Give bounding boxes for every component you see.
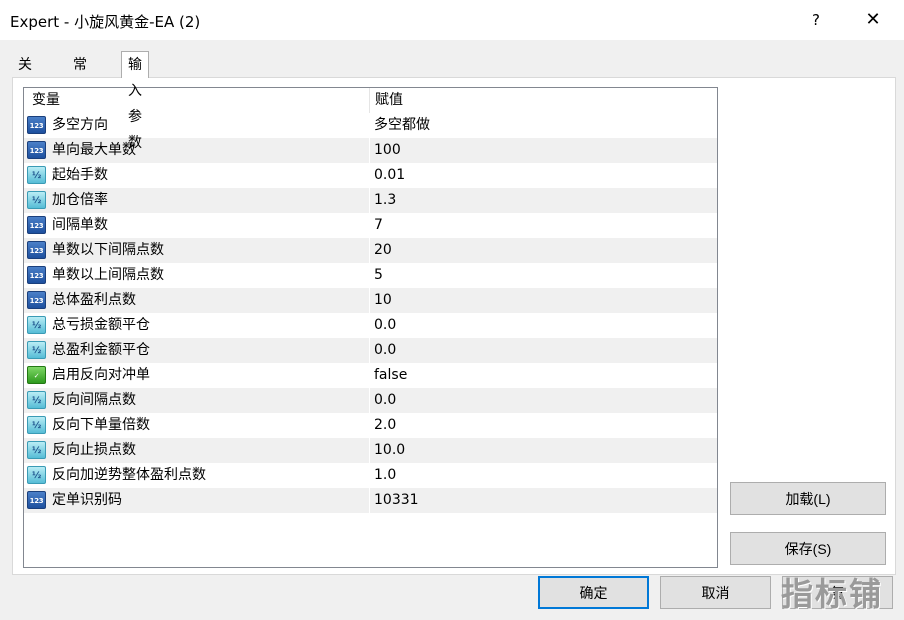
int-type-icon: 123 xyxy=(27,141,46,159)
double-type-icon: ½ xyxy=(27,316,46,334)
parameter-value[interactable]: 10.0 xyxy=(374,438,405,463)
help-button[interactable]: ? xyxy=(798,0,834,40)
cell-divider xyxy=(369,388,370,413)
close-button[interactable]: ✕ xyxy=(850,0,896,40)
cell-divider xyxy=(369,213,370,238)
parameter-row[interactable]: 123 总体盈利点数 10 xyxy=(24,288,717,313)
parameter-value[interactable]: 1.0 xyxy=(374,463,396,488)
cell-divider xyxy=(369,188,370,213)
tab-about[interactable]: 关于 xyxy=(12,53,38,97)
parameter-row[interactable]: ½ 反向止损点数 10.0 xyxy=(24,438,717,463)
cell-divider xyxy=(369,113,370,138)
int-type-icon: 123 xyxy=(27,216,46,234)
parameter-row[interactable]: ½ 反向加逆势整体盈利点数 1.0 xyxy=(24,463,717,488)
cell-divider xyxy=(369,488,370,513)
parameter-name: 多空方向 xyxy=(52,117,108,133)
parameter-name: 反向下单量倍数 xyxy=(52,417,150,433)
parameter-value[interactable]: 0.0 xyxy=(374,338,396,363)
double-type-icon: ½ xyxy=(27,466,46,484)
parameter-name: 反向间隔点数 xyxy=(52,392,136,408)
window-title: Expert - 小旋风黄金-EA (2) xyxy=(10,13,201,31)
title-bar: Expert - 小旋风黄金-EA (2) ? ✕ xyxy=(0,0,904,40)
parameter-value[interactable]: 0.0 xyxy=(374,313,396,338)
cell-divider xyxy=(369,413,370,438)
parameter-value[interactable]: 7 xyxy=(374,213,383,238)
parameter-row[interactable]: ½ 加仓倍率 1.3 xyxy=(24,188,717,213)
parameter-name: 总盈利金额平仓 xyxy=(52,342,150,358)
cell-divider xyxy=(369,438,370,463)
parameter-value[interactable]: 20 xyxy=(374,238,392,263)
parameter-value[interactable]: 多空都做 xyxy=(374,113,430,138)
parameter-name: 总亏损金额平仓 xyxy=(52,317,150,333)
column-header-value[interactable]: 赋值 xyxy=(375,88,403,113)
parameter-value[interactable]: 1.3 xyxy=(374,188,396,213)
cancel-button[interactable]: 取消 xyxy=(660,576,771,609)
int-type-icon: 123 xyxy=(27,241,46,259)
cell-divider xyxy=(369,138,370,163)
int-type-icon: 123 xyxy=(27,116,46,134)
cell-divider xyxy=(369,338,370,363)
parameter-name: 启用反向对冲单 xyxy=(52,367,150,383)
column-divider[interactable] xyxy=(369,88,370,113)
cell-divider xyxy=(369,313,370,338)
parameter-value[interactable]: 10 xyxy=(374,288,392,313)
cell-divider xyxy=(369,288,370,313)
parameter-grid[interactable]: 变量 赋值 123 多空方向 多空都做 123 单向最大单数 100 ½ 起始手数 0.01 ½ 加… xyxy=(23,87,718,568)
save-button[interactable]: 保存(S) xyxy=(730,532,886,565)
parameter-name: 总体盈利点数 xyxy=(52,292,136,308)
parameter-row[interactable]: ½ 反向间隔点数 0.0 xyxy=(24,388,717,413)
int-type-icon: 123 xyxy=(27,491,46,509)
cell-divider xyxy=(369,238,370,263)
double-type-icon: ½ xyxy=(27,191,46,209)
parameter-row[interactable]: ½ 起始手数 0.01 xyxy=(24,163,717,188)
parameter-name: 间隔单数 xyxy=(52,217,108,233)
parameter-value[interactable]: 10331 xyxy=(374,488,419,513)
parameter-value[interactable]: 2.0 xyxy=(374,413,396,438)
int-type-icon: 123 xyxy=(27,266,46,284)
int-type-icon: 123 xyxy=(27,291,46,309)
parameter-name: 加仓倍率 xyxy=(52,192,108,208)
cell-divider xyxy=(369,363,370,388)
parameter-value[interactable]: false xyxy=(374,363,407,388)
parameter-row[interactable]: 123 间隔单数 7 xyxy=(24,213,717,238)
parameter-name: 起始手数 xyxy=(52,167,108,183)
parameter-row[interactable]: 123 定单识别码 10331 xyxy=(24,488,717,513)
parameter-value[interactable]: 100 xyxy=(374,138,401,163)
double-type-icon: ½ xyxy=(27,441,46,459)
cell-divider xyxy=(369,263,370,288)
tab-common[interactable]: 常用 xyxy=(67,53,93,97)
parameter-name: 反向加逆势整体盈利点数 xyxy=(52,467,206,483)
bool-type-icon: ✓ xyxy=(27,366,46,384)
parameter-value[interactable]: 5 xyxy=(374,263,383,288)
parameter-row[interactable]: ½ 反向下单量倍数 2.0 xyxy=(24,413,717,438)
tab-inputs[interactable]: 输入参数 xyxy=(121,51,149,151)
parameter-row[interactable]: ½ 总盈利金额平仓 0.0 xyxy=(24,338,717,363)
watermark-logo: 指标铺 xyxy=(781,575,884,613)
parameter-row[interactable]: ✓ 启用反向对冲单 false xyxy=(24,363,717,388)
double-type-icon: ½ xyxy=(27,416,46,434)
column-header-variable[interactable]: 变量 xyxy=(32,88,60,113)
parameter-name: 单数以上间隔点数 xyxy=(52,267,164,283)
parameter-value[interactable]: 0.01 xyxy=(374,163,405,188)
double-type-icon: ½ xyxy=(27,391,46,409)
parameter-row[interactable]: ½ 总亏损金额平仓 0.0 xyxy=(24,313,717,338)
parameter-name: 反向止损点数 xyxy=(52,442,136,458)
parameter-row[interactable]: 123 单数以下间隔点数 20 xyxy=(24,238,717,263)
parameter-name: 单数以下间隔点数 xyxy=(52,242,164,258)
parameter-name: 定单识别码 xyxy=(52,492,122,508)
parameter-row[interactable]: 123 单数以上间隔点数 5 xyxy=(24,263,717,288)
double-type-icon: ½ xyxy=(27,166,46,184)
ok-button[interactable]: 确定 xyxy=(538,576,649,609)
load-button[interactable]: 加载(L) xyxy=(730,482,886,515)
parameter-name: 单向最大单数 xyxy=(52,142,136,158)
parameter-value[interactable]: 0.0 xyxy=(374,388,396,413)
double-type-icon: ½ xyxy=(27,341,46,359)
cell-divider xyxy=(369,163,370,188)
cell-divider xyxy=(369,463,370,488)
